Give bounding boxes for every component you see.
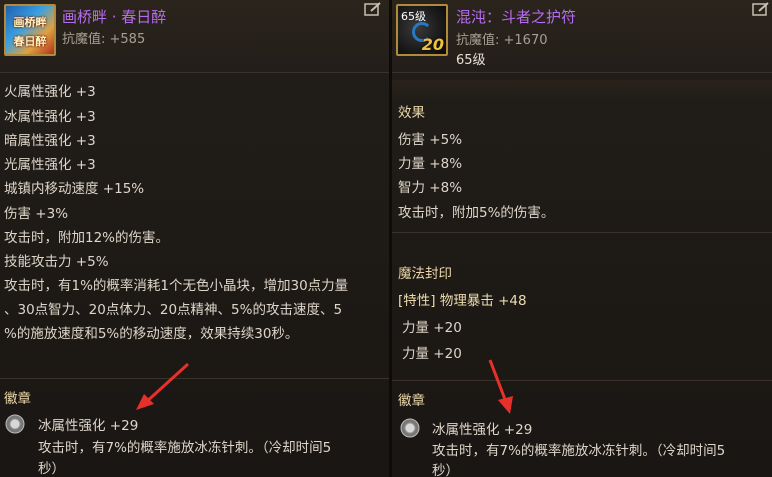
stat-line: 冰属性强化 +3 <box>4 109 96 125</box>
right-item-tooltip: 65级 20 混沌：斗者之护符 抗魔值: +1670 65级 效果 伤害 +5%… <box>392 0 772 477</box>
effect-line: 攻击时，附加5%的伤害。 <box>398 205 555 221</box>
stat-line: 城镇内移动速度 +15% <box>4 181 145 197</box>
header-band <box>392 80 772 98</box>
right-header: 65级 20 混沌：斗者之护符 抗魔值: +1670 65级 <box>392 0 772 73</box>
divider <box>0 378 389 379</box>
badge-desc: 攻击时，有7%的概率施放冰冻针刺。（冷却时间5 <box>38 440 332 456</box>
divider <box>392 380 772 381</box>
resist-value: 抗魔值: +1670 <box>456 33 548 48</box>
effect-line: %的施放速度和5%的移动速度，效果持续30秒。 <box>4 326 299 342</box>
edit-icon[interactable] <box>364 2 382 16</box>
costume-item-icon[interactable]: 画桥畔 春日醉 <box>4 4 56 56</box>
divider <box>392 232 772 233</box>
left-item-tooltip: 画桥畔 春日醉 画桥畔 · 春日醉 抗魔值: +585 火属性强化 +3 冰属性… <box>0 0 389 477</box>
stat-line: 火属性强化 +3 <box>4 84 96 100</box>
effect-line: 智力 +8% <box>398 180 463 196</box>
badge-desc: 攻击时，有7%的概率施放冰冻针刺。（冷却时间5 <box>432 443 726 459</box>
effect-title: 效果 <box>398 105 425 121</box>
stat-line: 暗属性强化 +3 <box>4 133 96 149</box>
badge-desc-cont: 秒） <box>38 461 65 477</box>
level-value: 65级 <box>456 53 486 68</box>
badge-stat: 冰属性强化 +29 <box>38 418 139 434</box>
badge-title: 徽章 <box>4 391 31 407</box>
effect-line: 、30点智力、20点体力、20点精神、5%的攻击速度、5 <box>4 302 343 318</box>
item-title: 混沌：斗者之护符 <box>456 8 577 26</box>
seal-stat: 力量 +20 <box>402 320 462 336</box>
item-title: 画桥畔 · 春日醉 <box>62 8 167 26</box>
left-header: 画桥畔 春日醉 画桥畔 · 春日醉 抗魔值: +585 <box>0 0 389 73</box>
badge-stat: 冰属性强化 +29 <box>432 422 533 438</box>
badge-title: 徽章 <box>398 393 425 409</box>
effect-line: 攻击时，有1%的概率消耗1个无色小晶块，增加30点力量 <box>4 278 349 294</box>
seal-stat: 力量 +20 <box>402 346 462 362</box>
icon-text-bottom: 春日醉 <box>13 35 47 48</box>
badge-desc-cont: 秒） <box>432 463 459 477</box>
stat-line: 伤害 +3% <box>4 206 69 222</box>
gear-gem-icon <box>5 414 25 434</box>
red-arrow-annotation <box>136 362 190 410</box>
gear-gem-icon <box>400 418 420 438</box>
resist-value: 抗魔值: +585 <box>62 32 146 47</box>
effect-line: 力量 +8% <box>398 156 463 172</box>
icon-number: 20 <box>421 35 444 54</box>
icon-text-top: 画桥畔 <box>13 16 47 29</box>
edit-icon[interactable] <box>752 2 770 16</box>
red-arrow-annotation <box>488 359 513 414</box>
seal-trait: [特性] 物理暴击 +48 <box>398 293 527 309</box>
talisman-item-icon[interactable]: 65级 20 <box>396 4 448 56</box>
stat-line: 攻击时，附加12%的伤害。 <box>4 230 170 246</box>
stat-line: 技能攻击力 +5% <box>4 254 109 270</box>
seal-title: 魔法封印 <box>398 266 452 282</box>
effect-line: 伤害 +5% <box>398 132 463 148</box>
stat-line: 光属性强化 +3 <box>4 157 96 173</box>
